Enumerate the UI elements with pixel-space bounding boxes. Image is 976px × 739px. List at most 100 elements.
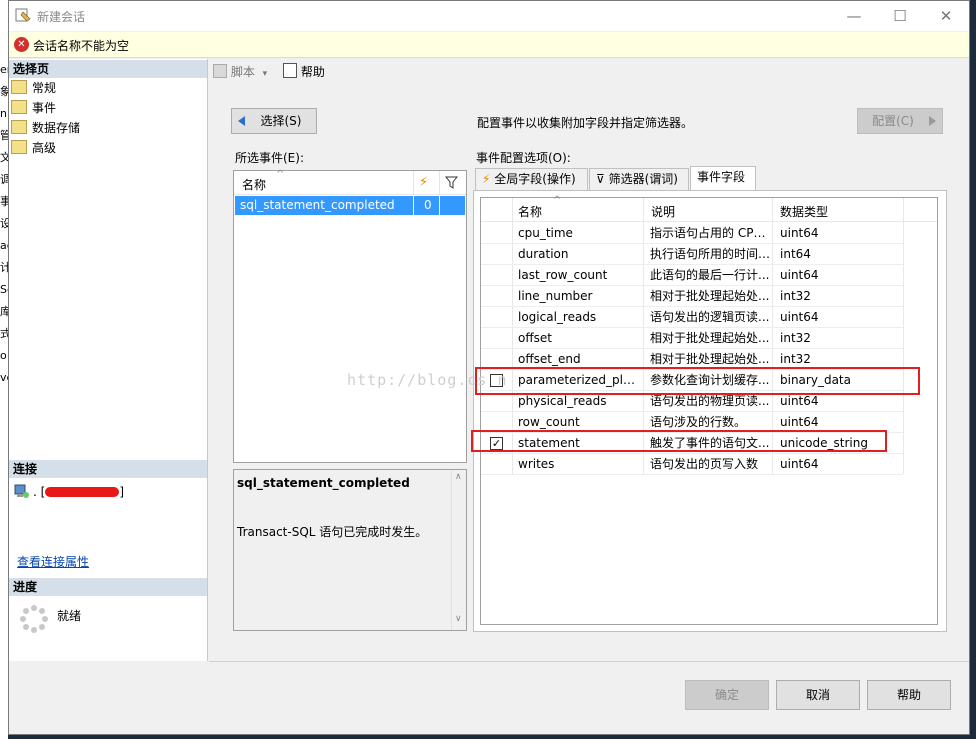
background-fragment: 管 (0, 129, 8, 142)
background-fragment: 设 (0, 217, 8, 230)
cancel-button[interactable]: 取消 (776, 680, 860, 710)
col-desc-header[interactable]: 说明 (651, 203, 675, 220)
error-message: 会话名称不能为空 (33, 39, 130, 53)
app-icon (15, 7, 31, 23)
field-name: line_number (518, 289, 593, 303)
tab-label: 事件字段 (697, 170, 746, 184)
field-name: last_row_count (518, 268, 608, 282)
help-toolbar-button[interactable]: 帮助 (283, 63, 325, 80)
background-fragment: Se (0, 283, 8, 296)
error-icon: ✕ (14, 37, 29, 52)
script-label: 脚本 (230, 65, 255, 79)
page-label: 高级 (32, 141, 57, 155)
background-fragment: 库 (0, 305, 8, 318)
col-name-header[interactable]: 名称 (518, 203, 542, 220)
field-name: duration (518, 247, 569, 261)
field-desc: 指示语句占用的 CPU... (650, 226, 772, 240)
background-fragment: 文 (0, 151, 8, 164)
tab-label: 筛选器(谓词) (608, 172, 678, 186)
select-events-button[interactable]: 选择(S) (231, 108, 317, 134)
description-text: Transact-SQL 语句已完成时发生。 (237, 525, 428, 539)
field-desc: 语句发出的逻辑页读... (650, 310, 770, 324)
col-type-header[interactable]: 数据类型 (780, 203, 828, 220)
event-field-row[interactable]: last_row_count 此语句的最后一行计... uint64 (481, 265, 937, 286)
background-fragment: 计 (0, 261, 8, 274)
col-divider (413, 196, 414, 215)
event-fields-header: 名称 ^ 说明 数据类型 (481, 195, 937, 222)
script-icon (213, 64, 227, 78)
selected-events-list: 名称 ^ ⚡ sql_statement_completed 0 (233, 169, 467, 463)
col-divider (439, 171, 440, 195)
description-scrollbar[interactable]: ∧ ∨ (451, 470, 466, 630)
field-type: uint64 (780, 268, 819, 282)
field-desc: 相对于批处理起始处... (650, 331, 770, 345)
background-fragments: er 象n管文调事设 ag 计 Se 库式o ve (0, 60, 8, 560)
background-fragment: 式 (0, 327, 8, 340)
page-advanced[interactable]: 高级 (11, 138, 56, 158)
connection-server-end: ] (119, 485, 124, 499)
progress-spinner-icon (19, 604, 49, 634)
page-general[interactable]: 常规 (11, 78, 56, 98)
page-data-storage[interactable]: 数据存储 (11, 118, 80, 138)
selected-events-header: 名称 ^ ⚡ (234, 169, 466, 195)
configure-label: 配置(C) (872, 114, 914, 128)
scroll-up-icon[interactable]: ∧ (455, 472, 462, 482)
filter-icon (444, 176, 459, 192)
instruction-text: 配置事件以收集附加字段并指定筛选器。 (477, 116, 694, 130)
col-divider (413, 171, 414, 195)
new-session-dialog: 新建会话 — ☐ ✕ ✕ 会话名称不能为空 选择页 常规 事件 数据存储 高级 … (8, 0, 970, 735)
server-icon (13, 483, 29, 499)
ok-button[interactable]: 确定 (685, 680, 769, 710)
col-divider (439, 196, 440, 215)
configure-button[interactable]: 配置(C) (857, 108, 943, 134)
view-connection-properties-link[interactable]: 查看连接属性 (17, 553, 89, 570)
script-button[interactable]: 脚本 ▾ (213, 63, 267, 80)
page-icon (11, 140, 27, 154)
field-type: int64 (780, 247, 811, 261)
field-name: writes (518, 457, 555, 471)
selected-events-label: 所选事件(E): (235, 151, 304, 165)
minimize-button[interactable]: — (831, 1, 877, 31)
lightning-icon: ⚡ (419, 175, 429, 190)
selected-event-row[interactable]: sql_statement_completed 0 (235, 196, 465, 215)
help-icon (283, 63, 297, 78)
help-button[interactable]: 帮助 (867, 680, 951, 710)
event-field-row[interactable]: cpu_time 指示语句占用的 CPU... uint64 (481, 223, 937, 244)
event-field-row[interactable]: logical_reads 语句发出的逻辑页读... uint64 (481, 307, 937, 328)
toolbar: 脚本 ▾ 帮助 (209, 59, 969, 83)
select-page-header: 选择页 (9, 60, 207, 78)
event-field-row[interactable]: writes 语句发出的页写入数 uint64 (481, 454, 937, 475)
tab-event-fields[interactable]: 事件字段 (690, 166, 756, 190)
event-field-row[interactable]: line_number 相对于批处理起始处... int32 (481, 286, 937, 307)
tab-filters[interactable]: ⊽ 筛选器(谓词) (589, 168, 689, 190)
field-name: cpu_time (518, 226, 573, 240)
field-type: uint64 (780, 226, 819, 240)
config-tabs: ⚡ 全局字段(操作) ⊽ 筛选器(谓词) 事件字段 (475, 166, 945, 192)
connection-header: 连接 (9, 460, 207, 478)
error-bar: ✕ 会话名称不能为空 (9, 32, 969, 58)
tab-global-fields[interactable]: ⚡ 全局字段(操作) (475, 168, 588, 190)
filter-icon: ⊽ (596, 172, 605, 186)
maximize-button[interactable]: ☐ (877, 1, 923, 31)
scroll-down-icon[interactable]: ∨ (455, 614, 462, 624)
select-events-label: 选择(S) (260, 114, 302, 128)
footer-divider (209, 661, 969, 662)
field-type: int32 (780, 331, 811, 345)
col-name-header[interactable]: 名称 (242, 176, 266, 193)
background-fragment: 象 (0, 85, 8, 98)
event-fields-panel: 名称 ^ 说明 数据类型 cpu_time 指示语句占用的 CPU... uint6… (473, 190, 947, 632)
help-label: 帮助 (300, 65, 325, 79)
event-field-row[interactable]: duration 执行语句所用的时间(... int64 (481, 244, 937, 265)
field-desc: 语句发出的页写入数 (650, 457, 759, 471)
tab-label: 全局字段(操作) (494, 172, 576, 186)
row-divider (481, 474, 903, 475)
config-options-label: 事件配置选项(O): (476, 151, 571, 165)
background-fragment: 事 (0, 195, 8, 208)
annotation-box-statement (471, 430, 887, 452)
event-field-row[interactable]: offset 相对于批处理起始处... int32 (481, 328, 937, 349)
close-button[interactable]: ✕ (923, 1, 969, 31)
page-events[interactable]: 事件 (11, 98, 56, 118)
sort-ascending-icon: ^ (553, 195, 562, 206)
progress-header: 进度 (9, 578, 207, 596)
page-icon (11, 80, 27, 94)
